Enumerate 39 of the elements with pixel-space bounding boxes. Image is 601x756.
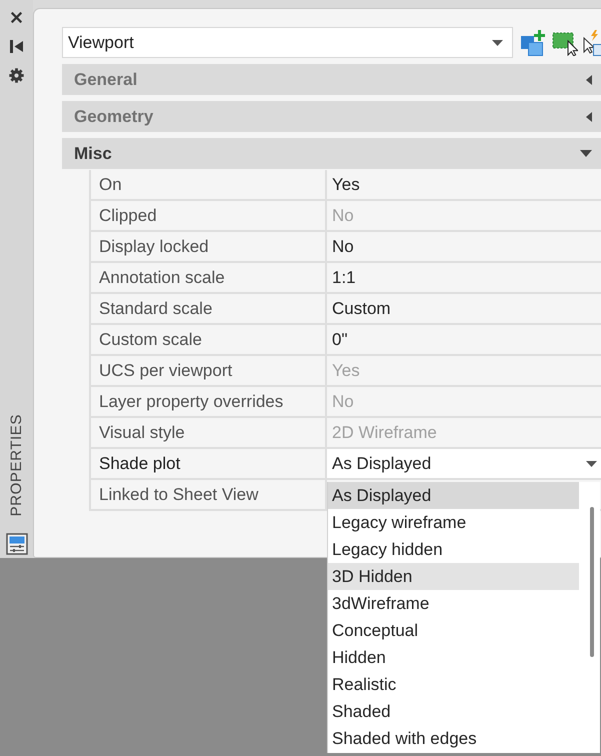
cursor-lightning-icon[interactable]	[583, 30, 601, 56]
caret-icon	[586, 460, 597, 466]
property-name[interactable]: Shade plot	[89, 449, 327, 480]
property-name[interactable]: Linked to Sheet View	[89, 480, 327, 511]
dropdown-option[interactable]: 3D Hidden	[328, 563, 579, 590]
property-name[interactable]: Display locked	[89, 232, 327, 263]
property-value[interactable]: No	[327, 232, 601, 263]
property-value[interactable]: 0"	[327, 325, 601, 356]
close-icon[interactable]	[10, 11, 23, 24]
settings-icon[interactable]	[9, 68, 24, 83]
selection-cursor-icon[interactable]	[552, 30, 578, 56]
property-value[interactable]: Yes	[327, 170, 601, 201]
object-type-dropdown[interactable]: Viewport	[62, 27, 513, 58]
dropdown-field[interactable]: As Displayed	[327, 449, 601, 480]
bar-triangle-icon[interactable]	[10, 40, 23, 53]
property-name[interactable]: Annotation scale	[89, 263, 327, 294]
panel-title: PROPERTIES	[8, 414, 25, 516]
properties-window-icon[interactable]	[6, 533, 28, 555]
scrollbar-thumb[interactable]	[590, 507, 594, 657]
property-name[interactable]: Standard scale	[89, 294, 327, 325]
caret-icon	[492, 40, 503, 46]
dropdown-option[interactable]: Hidden	[328, 644, 579, 671]
dropdown-option[interactable]: Legacy hidden	[328, 536, 579, 563]
property-name[interactable]: Custom scale	[89, 325, 327, 356]
dropdown-option[interactable]: Shaded	[328, 698, 579, 725]
dropdown-option[interactable]: 3dWireframe	[328, 590, 579, 617]
triangle-down-icon	[580, 150, 592, 157]
section-header[interactable]: Misc	[62, 138, 601, 169]
triangle-left-icon	[586, 112, 592, 122]
squares-plus-icon[interactable]	[520, 30, 546, 56]
property-name[interactable]: On	[89, 170, 327, 201]
dropdown-option[interactable]: Legacy wireframe	[328, 509, 579, 536]
property-value[interactable]: 1:1	[327, 263, 601, 294]
dropdown-option[interactable]: Conceptual	[328, 617, 579, 644]
dropdown-option[interactable]: As Displayed	[328, 482, 579, 509]
property-value[interactable]: Custom	[327, 294, 601, 325]
dropdown-option[interactable]: Shaded with edges	[328, 725, 579, 752]
triangle-left-icon	[586, 74, 592, 84]
dropdown-option[interactable]: Realistic	[328, 671, 579, 698]
